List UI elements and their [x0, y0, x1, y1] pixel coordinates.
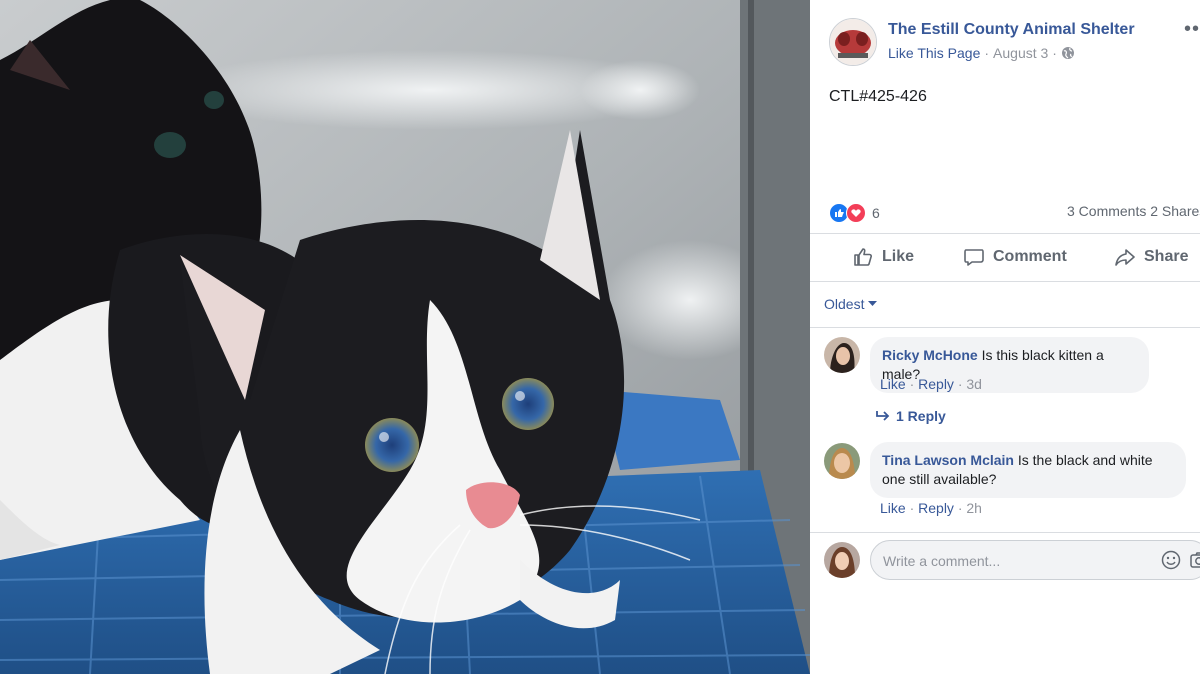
like-page-link[interactable]: Like This Page	[888, 45, 980, 61]
post-actions-bar: Like Comment Share	[810, 238, 1200, 276]
reactions-summary[interactable]: 6	[829, 203, 880, 223]
camera-icon[interactable]	[1189, 550, 1200, 570]
post-meta: Like This Page · August 3 ·	[888, 45, 1075, 61]
page-avatar[interactable]	[829, 18, 877, 66]
view-replies-link[interactable]: 1 Reply	[876, 408, 946, 424]
page-name-link[interactable]: The Estill County Animal Shelter	[888, 21, 1135, 39]
avatar-photo-icon	[824, 337, 860, 373]
post-date[interactable]: August 3	[993, 45, 1048, 61]
commenter-avatar[interactable]	[824, 443, 860, 479]
comment-input[interactable]	[881, 541, 1155, 581]
caret-down-icon	[868, 301, 878, 306]
comment-author-link[interactable]: Ricky McHone	[882, 347, 978, 363]
current-user-avatar	[824, 542, 860, 578]
more-options-icon[interactable]: •••	[1184, 18, 1200, 41]
share-button[interactable]: Share	[1114, 238, 1188, 276]
comment-text: one still available?	[882, 471, 997, 487]
meta-separator: ·	[1052, 45, 1057, 61]
shares-count-link[interactable]: 2 Shares	[1150, 203, 1200, 219]
post-panel: The Estill County Animal Shelter Like Th…	[810, 0, 1200, 674]
like-button[interactable]: Like	[852, 238, 914, 276]
emoji-icon[interactable]	[1161, 550, 1181, 570]
comment-like-link[interactable]: Like	[880, 376, 906, 392]
reply-arrow-icon	[876, 411, 890, 421]
kitten-photo-image	[0, 0, 810, 674]
replies-label: 1 Reply	[896, 408, 946, 424]
avatar-photo-icon	[824, 542, 860, 578]
comment-actions: Like · Reply · 3d	[880, 376, 982, 392]
avatar-photo-icon	[824, 443, 860, 479]
post-text: CTL#425-426	[829, 88, 927, 105]
comment-reply-link[interactable]: Reply	[918, 376, 954, 392]
comment-text: Is the black and white	[1017, 452, 1153, 468]
comments-count-link[interactable]: 3 Comments	[1067, 203, 1146, 219]
comment-actions: Like · Reply · 2h	[880, 500, 982, 516]
divider	[810, 327, 1200, 328]
comment-author-link[interactable]: Tina Lawson Mclain	[882, 452, 1014, 468]
sort-label: Oldest	[824, 296, 865, 312]
comment-icon	[964, 249, 984, 266]
meta-separator: ·	[984, 45, 990, 61]
like-label: Like	[882, 248, 915, 265]
comment-like-link[interactable]: Like	[880, 500, 906, 516]
engagement-counts: 3 Comments 2 Shares	[1067, 203, 1200, 219]
share-icon	[1115, 249, 1135, 266]
divider	[810, 532, 1200, 533]
comment-reply-link[interactable]: Reply	[918, 500, 954, 516]
comment-button[interactable]: Comment	[963, 238, 1067, 276]
love-reaction-icon	[846, 203, 866, 223]
comment-time[interactable]: 2h	[966, 500, 982, 516]
reaction-count: 6	[872, 205, 880, 221]
divider	[810, 281, 1200, 282]
commenter-avatar[interactable]	[824, 337, 860, 373]
share-label: Share	[1144, 248, 1189, 265]
comment-bubble: Tina Lawson Mclain Is the black and whit…	[870, 442, 1186, 498]
thumbs-up-icon	[854, 248, 872, 266]
post-photo[interactable]	[0, 0, 810, 674]
comment-sort-dropdown[interactable]: Oldest	[824, 296, 878, 312]
divider	[810, 233, 1200, 234]
globe-icon	[1061, 47, 1074, 59]
comment-label: Comment	[993, 248, 1067, 265]
shelter-logo-icon	[830, 19, 876, 65]
comment-time[interactable]: 3d	[966, 376, 982, 392]
comment-composer	[870, 540, 1200, 581]
